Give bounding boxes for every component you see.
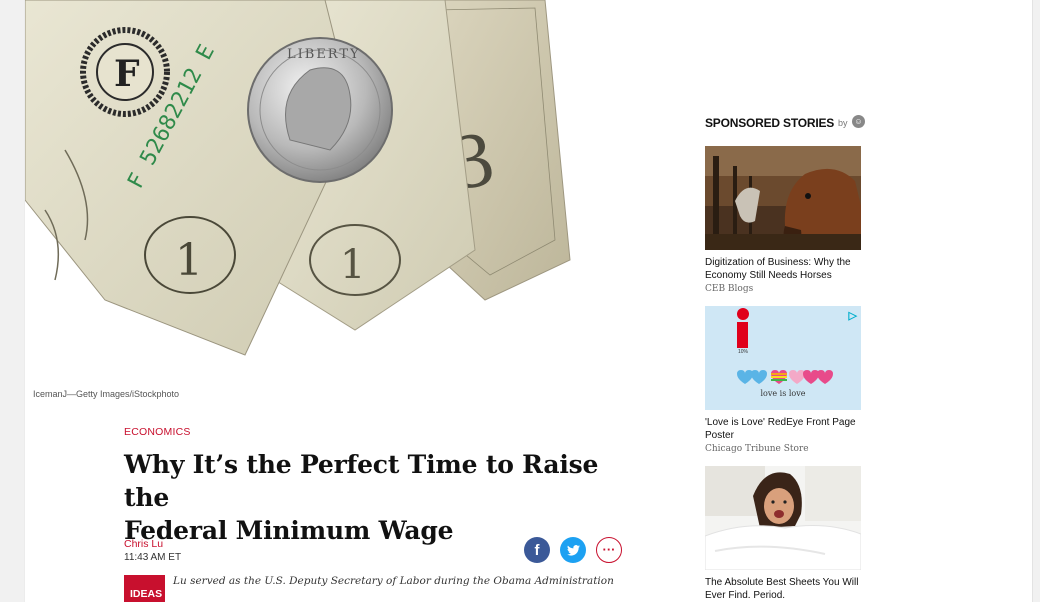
more-share-button[interactable]: ··· <box>596 537 622 563</box>
sponsored-card-source: CEB Blogs <box>705 284 754 294</box>
woman-in-bed-photo[interactable] <box>705 466 861 570</box>
headline-line-2: Federal Minimum Wage <box>124 516 454 545</box>
contributor-note: Lu served as the U.S. Deputy Secretary o… <box>173 575 614 587</box>
section-label[interactable]: ECONOMICS <box>124 426 191 438</box>
facebook-share-button[interactable]: f <box>524 537 550 563</box>
sponsored-card-source: Chicago Tribune Store <box>705 444 809 454</box>
twitter-share-button[interactable] <box>560 537 586 563</box>
horse-photo[interactable] <box>705 146 861 250</box>
adchoices-icon[interactable]: ▷ <box>849 309 857 322</box>
sponsored-by-label: by <box>838 118 848 128</box>
ideas-badge: IDEAS <box>124 575 165 602</box>
love-is-love-poster[interactable]: ▷ 10% love is love <box>705 306 861 410</box>
page-title: Why It’s the Perfect Time to Raise the F… <box>124 448 644 547</box>
coin-text: LIBERTY <box>287 47 361 62</box>
publish-time: 11:43 AM ET <box>124 552 182 563</box>
poster-caption: love is love <box>760 389 805 398</box>
author-link[interactable]: Chris Lu <box>124 538 163 550</box>
sponsored-card[interactable]: The Absolute Best Sheets You Will Ever F… <box>705 466 862 602</box>
sponsored-card[interactable]: ▷ 10% love is love 'Love is Love' RedEye… <box>705 306 862 454</box>
bill-denomination: 1 <box>175 235 203 286</box>
facebook-icon: f <box>534 541 540 559</box>
hero-image: 3 1 F F 52682212 E 1 LIBERTY <box>25 0 685 385</box>
svg-text:10%: 10% <box>738 349 749 355</box>
sponsored-card-title[interactable]: 'Love is Love' RedEye Front Page Poster <box>705 416 862 442</box>
sponsored-card-title[interactable]: Digitization of Business: Why the Econom… <box>705 256 862 282</box>
photo-credit: IcemanJ—Getty Images/iStockphoto <box>33 389 180 399</box>
twitter-icon <box>566 544 580 556</box>
headline-line-1: Why It’s the Perfect Time to Raise the <box>124 450 599 512</box>
sponsored-card-title[interactable]: The Absolute Best Sheets You Will Ever F… <box>705 576 862 602</box>
ellipsis-icon: ··· <box>602 542 616 557</box>
svg-text:1: 1 <box>340 242 365 288</box>
bill-seal-letter: F <box>114 53 140 95</box>
sponsored-heading: SPONSORED STORIES <box>705 116 835 130</box>
sponsor-logo-icon[interactable]: ☺ <box>852 115 865 128</box>
article-page: 3 1 F F 52682212 E 1 LIBERTY IcemanJ—Get… <box>24 0 1033 602</box>
sponsored-card[interactable]: Digitization of Business: Why the Econom… <box>705 146 862 294</box>
